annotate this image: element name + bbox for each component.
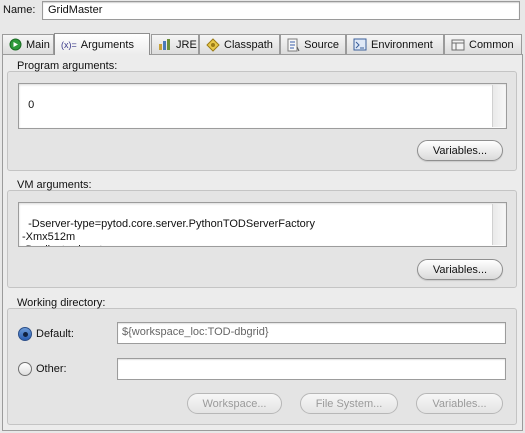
tab-label: Common	[469, 38, 514, 51]
default-label: Default:	[36, 328, 74, 340]
environment-icon	[353, 38, 367, 52]
tab-classpath[interactable]: Classpath	[199, 34, 280, 54]
tab-label: Source	[304, 38, 339, 51]
tab-arguments[interactable]: (x)= Arguments	[54, 33, 150, 55]
radio-dot	[22, 331, 28, 337]
tab-jre[interactable]: JRE	[151, 34, 199, 54]
tab-bar: Main (x)= Arguments JRE Classpath Source…	[2, 33, 523, 55]
vm-arguments-scrollbar[interactable]	[492, 204, 505, 245]
tab-common[interactable]: Common	[444, 34, 522, 54]
tab-source[interactable]: Source	[280, 34, 346, 54]
main-icon	[9, 38, 22, 52]
tab-main[interactable]: Main	[2, 34, 54, 54]
source-icon	[287, 38, 300, 52]
vm-arguments-text: -Dserver-type=pytod.core.server.PythonTO…	[22, 218, 315, 246]
tab-label: JRE	[176, 38, 197, 51]
classpath-icon	[206, 37, 220, 52]
common-icon	[451, 38, 465, 52]
arguments-icon: (x)=	[61, 39, 77, 50]
other-directory-field[interactable]	[117, 358, 506, 380]
vm-arguments-label: VM arguments:	[17, 179, 92, 191]
program-arguments-text: 0	[28, 99, 35, 111]
tab-label: Classpath	[224, 38, 273, 51]
working-directory-label: Working directory:	[17, 297, 106, 309]
program-arguments-label: Program arguments:	[17, 60, 118, 72]
default-radio[interactable]	[18, 327, 32, 341]
tab-label: Main	[26, 38, 50, 51]
default-directory-field: ${workspace_loc:TOD-dbgrid}	[117, 322, 506, 344]
tab-label: Environment	[371, 38, 433, 51]
working-variables-button[interactable]: Variables...	[416, 393, 503, 414]
tab-environment[interactable]: Environment	[346, 34, 444, 54]
vm-variables-button[interactable]: Variables...	[417, 259, 503, 280]
file-system-button[interactable]: File System...	[300, 393, 398, 414]
tab-label: Arguments	[80, 38, 134, 51]
other-radio[interactable]	[18, 362, 32, 376]
program-variables-button[interactable]: Variables...	[417, 140, 503, 161]
name-label: Name:	[3, 4, 36, 16]
vm-arguments-textarea[interactable]: -Dserver-type=pytod.core.server.PythonTO…	[18, 202, 507, 247]
program-arguments-scrollbar[interactable]	[492, 85, 505, 127]
program-arguments-textarea[interactable]: 0	[18, 83, 507, 129]
other-label: Other:	[36, 363, 67, 375]
name-input[interactable]: GridMaster	[42, 1, 520, 20]
jre-icon	[158, 38, 172, 52]
workspace-button[interactable]: Workspace...	[187, 393, 282, 414]
